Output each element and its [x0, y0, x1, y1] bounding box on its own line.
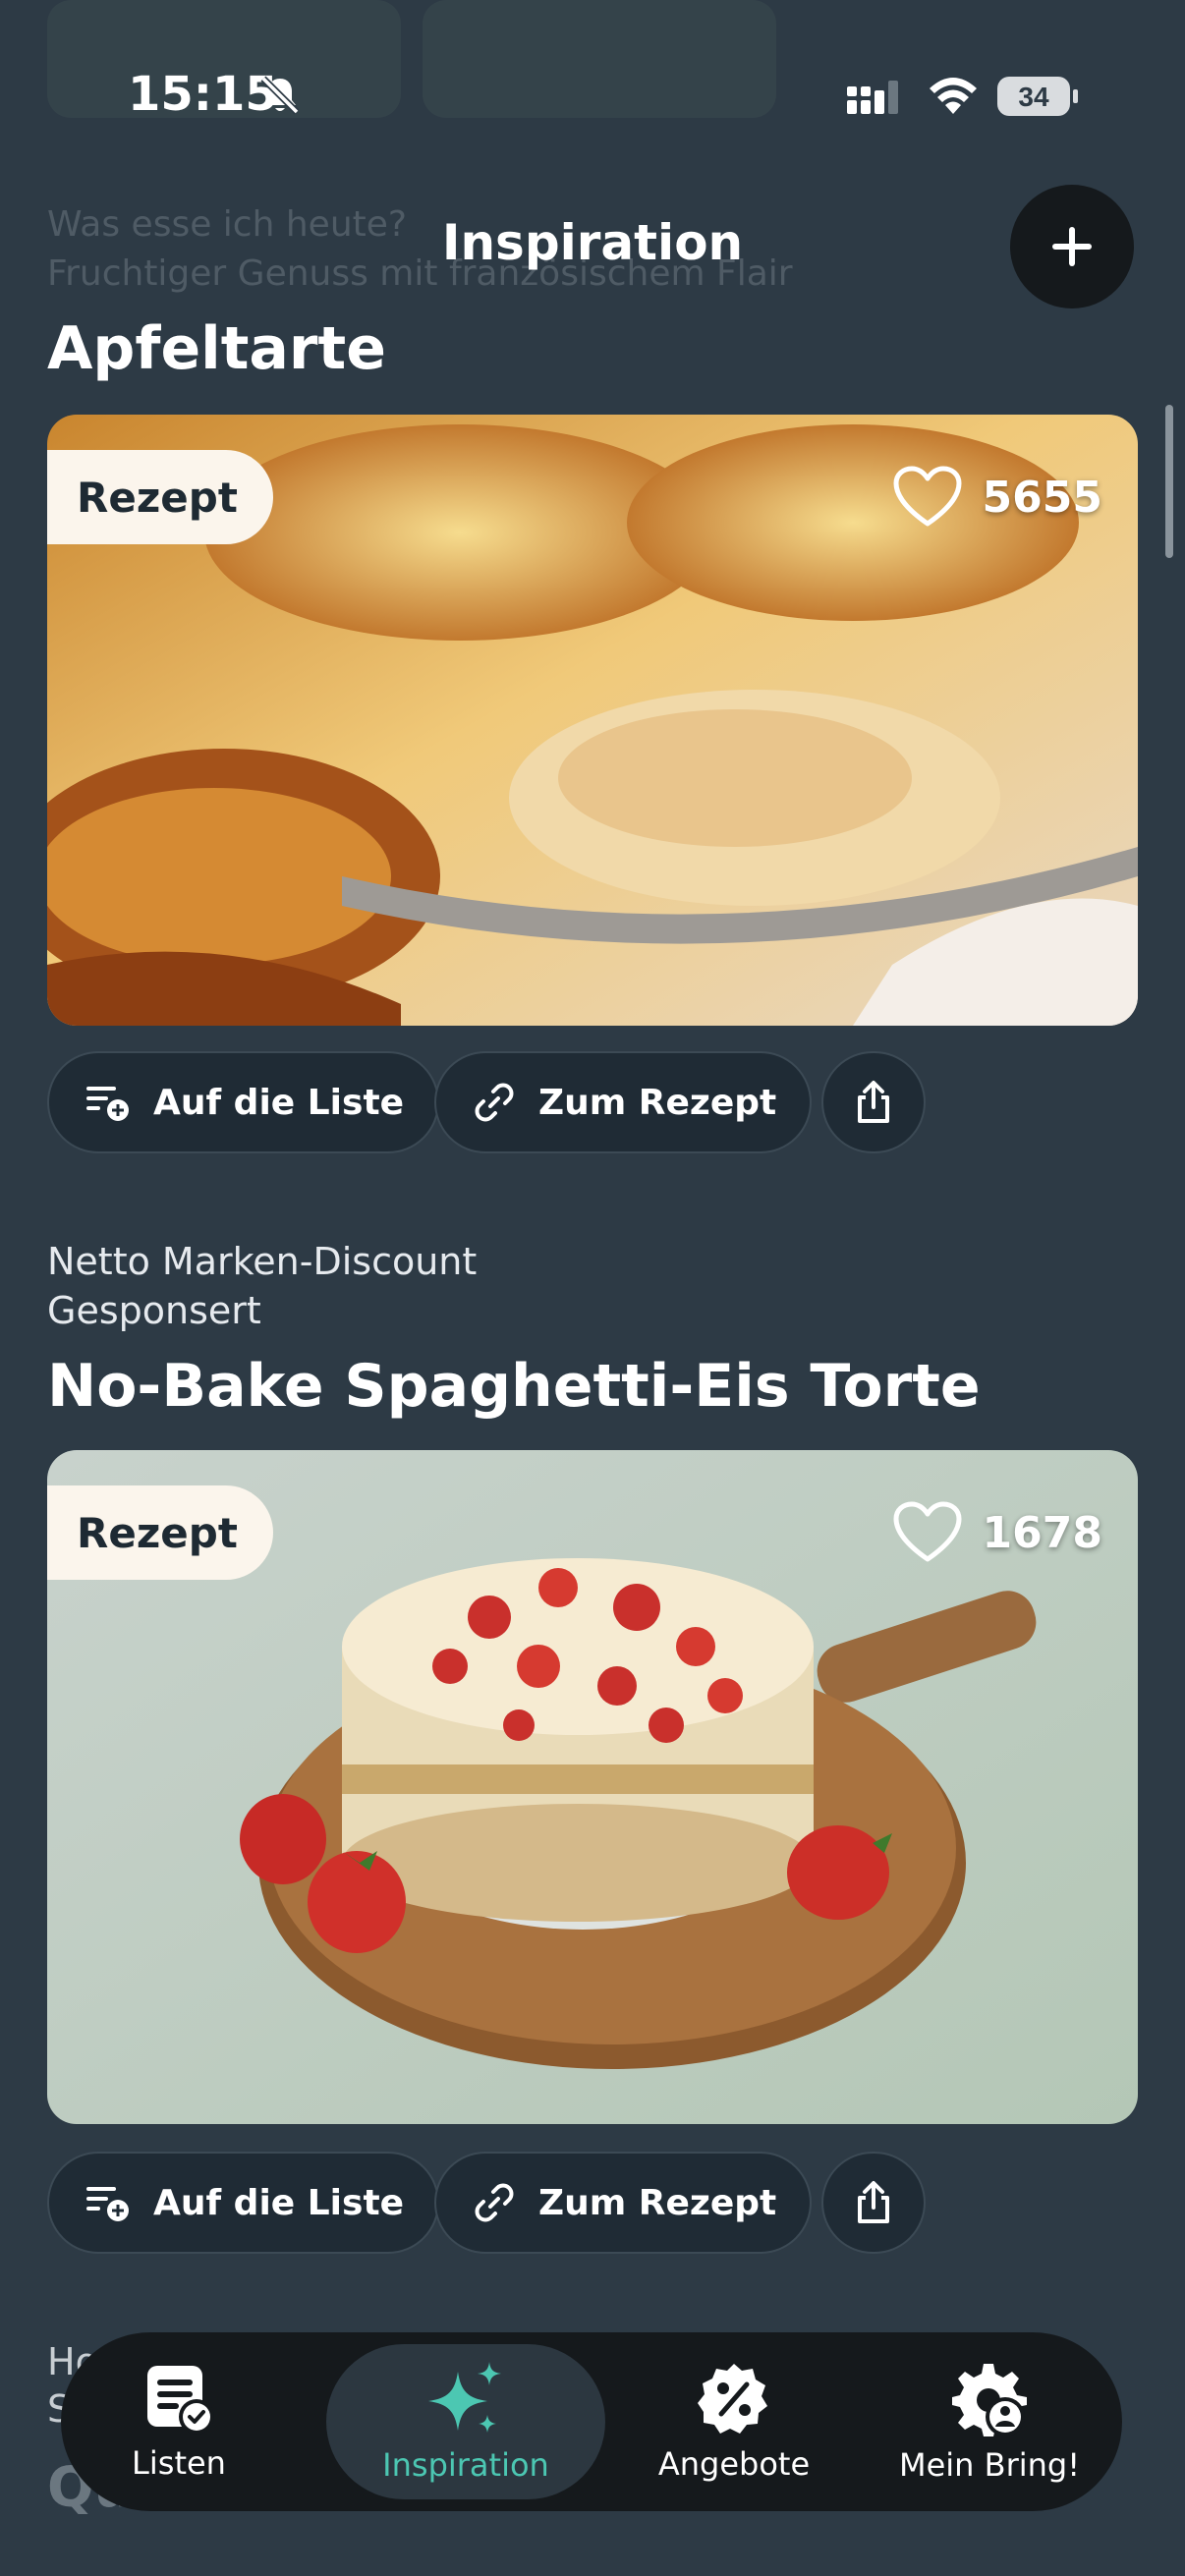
add-to-list-label: Auf die Liste: [153, 1082, 405, 1123]
recipe-image[interactable]: Rezept 1678: [47, 1450, 1138, 2124]
link-icon: [475, 2183, 514, 2222]
tab-inspiration[interactable]: Inspiration: [326, 2332, 605, 2511]
plus-icon: [1052, 227, 1092, 266]
list-add-icon: [86, 1087, 129, 1121]
wifi-icon: [926, 75, 981, 118]
previous-card-thumbnail: [423, 0, 776, 118]
recipe-badge: Rezept: [47, 1485, 273, 1580]
open-recipe-label: Zum Rezept: [538, 2182, 777, 2223]
open-recipe-label: Zum Rezept: [538, 1082, 777, 1123]
battery-icon: 34: [996, 75, 1079, 118]
heart-icon: [893, 1501, 962, 1562]
share-button[interactable]: [821, 2152, 926, 2254]
card-title: No-Bake Spaghetti-Eis Torte: [47, 1352, 981, 1421]
tab-bar: Listen Inspiration Angebote Mein Bring!: [61, 2332, 1122, 2511]
add-button[interactable]: [1010, 185, 1134, 308]
svg-text:34: 34: [1018, 82, 1049, 112]
tab-listen[interactable]: Listen: [61, 2332, 297, 2511]
like-count: 1678: [982, 1507, 1102, 1558]
list-add-icon: [86, 2187, 129, 2221]
add-to-list-button[interactable]: Auf die Liste: [47, 1051, 440, 1153]
sponsored-label: Gesponsert: [47, 1289, 261, 1332]
card-title: Apfeltarte: [47, 314, 386, 383]
tab-angebote[interactable]: Angebote: [611, 2332, 857, 2511]
scrollbar[interactable]: [1165, 405, 1173, 558]
share-button[interactable]: [821, 1051, 926, 1153]
tab-label: Mein Bring!: [898, 2446, 1081, 2484]
tab-mein-bring[interactable]: Mein Bring!: [857, 2332, 1122, 2511]
heart-icon: [893, 466, 962, 527]
status-time: 15:15: [128, 67, 278, 122]
share-icon: [858, 2181, 889, 2223]
percent-badge-icon: [698, 2364, 767, 2434]
cellular-signal-icon: [847, 79, 908, 118]
list-check-icon: [147, 2366, 214, 2435]
open-recipe-button[interactable]: Zum Rezept: [434, 1051, 813, 1153]
add-to-list-label: Auf die Liste: [153, 2182, 405, 2223]
page-title: Inspiration: [441, 214, 744, 271]
tab-label: Inspiration: [382, 2446, 549, 2484]
recipe-image[interactable]: Rezept 5655: [47, 415, 1138, 1026]
add-to-list-button[interactable]: Auf die Liste: [47, 2152, 440, 2254]
like-button[interactable]: 1678: [892, 1493, 1102, 1572]
like-button[interactable]: 5655: [892, 458, 1102, 536]
tab-label: Angebote: [657, 2445, 811, 2483]
like-count: 5655: [982, 472, 1102, 523]
link-icon: [475, 1083, 514, 1122]
open-recipe-button[interactable]: Zum Rezept: [434, 2152, 813, 2254]
sponsor-name: Netto Marken-Discount: [47, 1240, 478, 1283]
sparkles-icon: [428, 2362, 501, 2433]
share-icon: [858, 1081, 889, 1123]
tab-label: Listen: [132, 2444, 226, 2482]
bell-muted-icon: [257, 73, 303, 118]
gear-user-icon: [952, 2364, 1027, 2436]
recipe-badge: Rezept: [47, 450, 273, 544]
